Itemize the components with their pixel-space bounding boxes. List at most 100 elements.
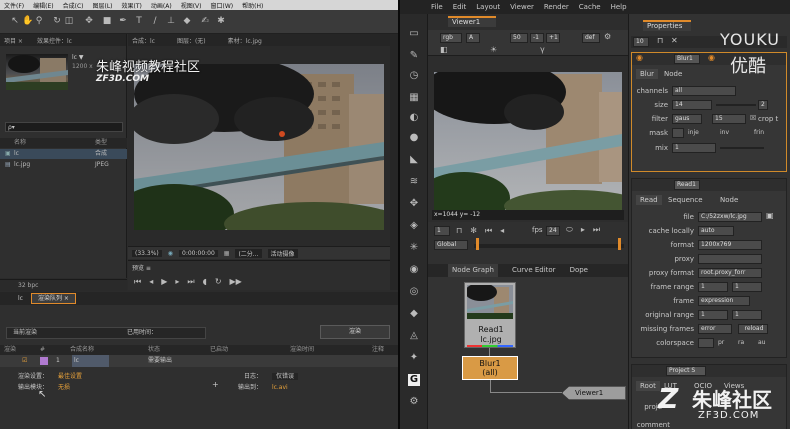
proxy-format-dropdown[interactable]: root.proxy_forr <box>698 268 762 278</box>
ae-menu-animation[interactable]: 动画(A) <box>151 1 172 10</box>
colorspace-dropdown[interactable] <box>698 338 714 348</box>
eraser-tool-icon[interactable]: ◆ <box>182 16 192 26</box>
ram-preview-icon[interactable]: ▶▶ <box>230 277 242 287</box>
nuke-menu-edit[interactable]: Edit <box>453 3 467 11</box>
column-name[interactable]: 名称 <box>14 139 26 146</box>
size-field[interactable]: 14 <box>672 100 712 110</box>
blur-node-name-field[interactable]: Blur1 <box>674 54 700 64</box>
panel-collapse-icon[interactable]: ◉ <box>636 53 643 62</box>
tab-layer[interactable]: 图层：(无) <box>177 36 206 45</box>
project-panel-name[interactable]: Project S <box>666 366 706 376</box>
auto-alpha-checkbox[interactable]: au <box>758 339 765 346</box>
add-output-icon[interactable]: + <box>212 380 219 389</box>
ae-menu-file[interactable]: 文件(F) <box>4 1 24 10</box>
loop-icon[interactable]: ↻ <box>215 277 222 287</box>
prev-keyframe-icon[interactable]: ◂ <box>500 226 504 236</box>
tab-blur[interactable]: Blur <box>636 69 659 79</box>
ae-menu-window[interactable]: 窗口(W) <box>210 1 233 10</box>
gizmo-nodes-icon[interactable]: G <box>408 374 420 386</box>
render-button[interactable]: 渲染 <box>320 325 390 339</box>
snowflake-icon[interactable]: ✻ <box>470 226 477 236</box>
timeline-out-marker[interactable] <box>618 238 621 250</box>
zoom-tool-icon[interactable]: ⚲ <box>34 16 44 26</box>
tab-render-queue[interactable]: 渲染队列 × <box>30 293 76 304</box>
views-nodes-icon[interactable]: ◎ <box>408 286 420 298</box>
tab-composition[interactable]: 合成：lc <box>132 36 155 45</box>
deep-nodes-icon[interactable]: ◉ <box>408 264 420 276</box>
other-nodes-icon[interactable]: ◬ <box>408 330 420 342</box>
filter-dropdown[interactable]: gaus <box>672 114 702 124</box>
particles-nodes-icon[interactable]: ✳ <box>408 242 420 254</box>
file-browse-icon[interactable]: ▣ <box>766 211 774 220</box>
format-dropdown[interactable]: 1200x769 <box>698 240 762 250</box>
node-color-icon[interactable]: ◉ <box>708 53 715 62</box>
lut-dropdown[interactable]: def <box>582 33 600 43</box>
viewer-settings-icon[interactable]: ⚙ <box>604 32 611 41</box>
first-frame-icon[interactable]: ⏮ <box>485 226 492 236</box>
tab-effect-controls[interactable]: 效果控件：lc <box>37 36 72 45</box>
mask-opt-inject[interactable]: inje <box>688 129 699 136</box>
cache-dropdown[interactable]: auto <box>698 226 734 236</box>
file-path-field[interactable]: C:/52zxw/lc.jpg <box>698 212 762 222</box>
brush-tool-icon[interactable]: ∕ <box>150 16 160 26</box>
timeline-slider[interactable] <box>474 244 624 248</box>
furnace-nodes-icon[interactable]: ✦ <box>408 352 420 364</box>
project-search-input[interactable]: ρ▾ <box>5 122 123 132</box>
reload-button[interactable]: reload <box>738 324 768 334</box>
clear-panels-icon[interactable]: ✕ <box>671 36 678 45</box>
roto-brush-tool-icon[interactable]: ✍ <box>200 16 210 26</box>
viewer-image[interactable] <box>434 72 622 210</box>
crop-checkbox[interactable]: ☒ <box>750 114 756 122</box>
tab-project[interactable]: 项目 × <box>4 36 23 45</box>
selection-tool-icon[interactable]: ↖ <box>10 16 20 26</box>
composition-image[interactable] <box>134 64 384 230</box>
loop-icon[interactable]: ⬭ <box>566 225 573 235</box>
prev-frame-icon[interactable]: ◂ <box>149 277 153 287</box>
metadata-nodes-icon[interactable]: ◆ <box>408 308 420 320</box>
list-item[interactable]: ▣ lc 合成 <box>0 149 127 159</box>
timeline-in-marker[interactable] <box>476 238 479 250</box>
exposure-icon[interactable]: ☀ <box>490 45 497 54</box>
pen-tool-icon[interactable]: ✒ <box>118 16 128 26</box>
render-queue-row[interactable]: ☑ 1 lc 需要输出 <box>0 355 398 367</box>
original-range-end[interactable]: 1 <box>732 310 762 320</box>
roi-icon[interactable]: ◧ <box>440 45 448 54</box>
tab-dope-sheet[interactable]: Dope <box>570 264 588 277</box>
current-time[interactable]: 0:00:00:00 <box>179 249 218 257</box>
transform-nodes-icon[interactable]: ✥ <box>408 198 420 210</box>
quality-field[interactable]: 15 <box>712 114 746 124</box>
zoom-dropdown[interactable]: (33.3%) <box>132 249 162 257</box>
image-nodes-icon[interactable]: ▭ <box>408 28 420 40</box>
frame-forward-button[interactable]: +1 <box>546 33 560 43</box>
read-node[interactable]: Read1 lc.jpg <box>464 282 516 348</box>
ae-menu-effect[interactable]: 效果(T) <box>122 1 142 10</box>
show-snapshot-icon[interactable]: ▦ <box>224 250 230 257</box>
next-frame-icon[interactable]: ▸ <box>175 277 179 287</box>
size-slider[interactable] <box>716 104 756 106</box>
ae-menu-help[interactable]: 帮助(H) <box>242 1 263 10</box>
frame-field[interactable]: 1 <box>434 226 450 236</box>
preview-tab[interactable]: 预览 ≡ <box>132 263 151 272</box>
last-frame-icon[interactable]: ⏭ <box>593 225 600 235</box>
tab-properties[interactable]: Properties <box>643 20 691 31</box>
rect-mask-tool-icon[interactable]: ■ <box>102 16 112 26</box>
mask-opt-fringe[interactable]: frin <box>754 129 764 136</box>
raw-checkbox[interactable]: ra <box>738 339 744 346</box>
tab-node[interactable]: Node <box>664 69 682 79</box>
frame-range-start[interactable]: 1 <box>698 282 728 292</box>
read-node-name-field[interactable]: Read1 <box>674 180 700 190</box>
3d-nodes-icon[interactable]: ◈ <box>408 220 420 232</box>
first-frame-icon[interactable]: ⏮ <box>134 277 141 287</box>
tab-footage[interactable]: 素材：lc.jpg <box>228 36 262 45</box>
ae-menu-composition[interactable]: 合成(C) <box>63 1 84 10</box>
tab-viewer1[interactable]: Viewer1 <box>448 16 496 27</box>
puppet-tool-icon[interactable]: ✱ <box>216 16 226 26</box>
mask-checkbox[interactable] <box>672 128 684 138</box>
original-range-start[interactable]: 1 <box>698 310 728 320</box>
draw-nodes-icon[interactable]: ✎ <box>408 50 420 62</box>
size-dimension-toggle[interactable]: 2 <box>758 100 768 110</box>
view-dropdown[interactable]: 活动摄像 <box>267 248 298 258</box>
label-color-swatch[interactable] <box>40 357 48 365</box>
text-tool-icon[interactable]: T <box>134 16 144 26</box>
resolution-dropdown[interactable]: (二分... <box>235 248 262 258</box>
